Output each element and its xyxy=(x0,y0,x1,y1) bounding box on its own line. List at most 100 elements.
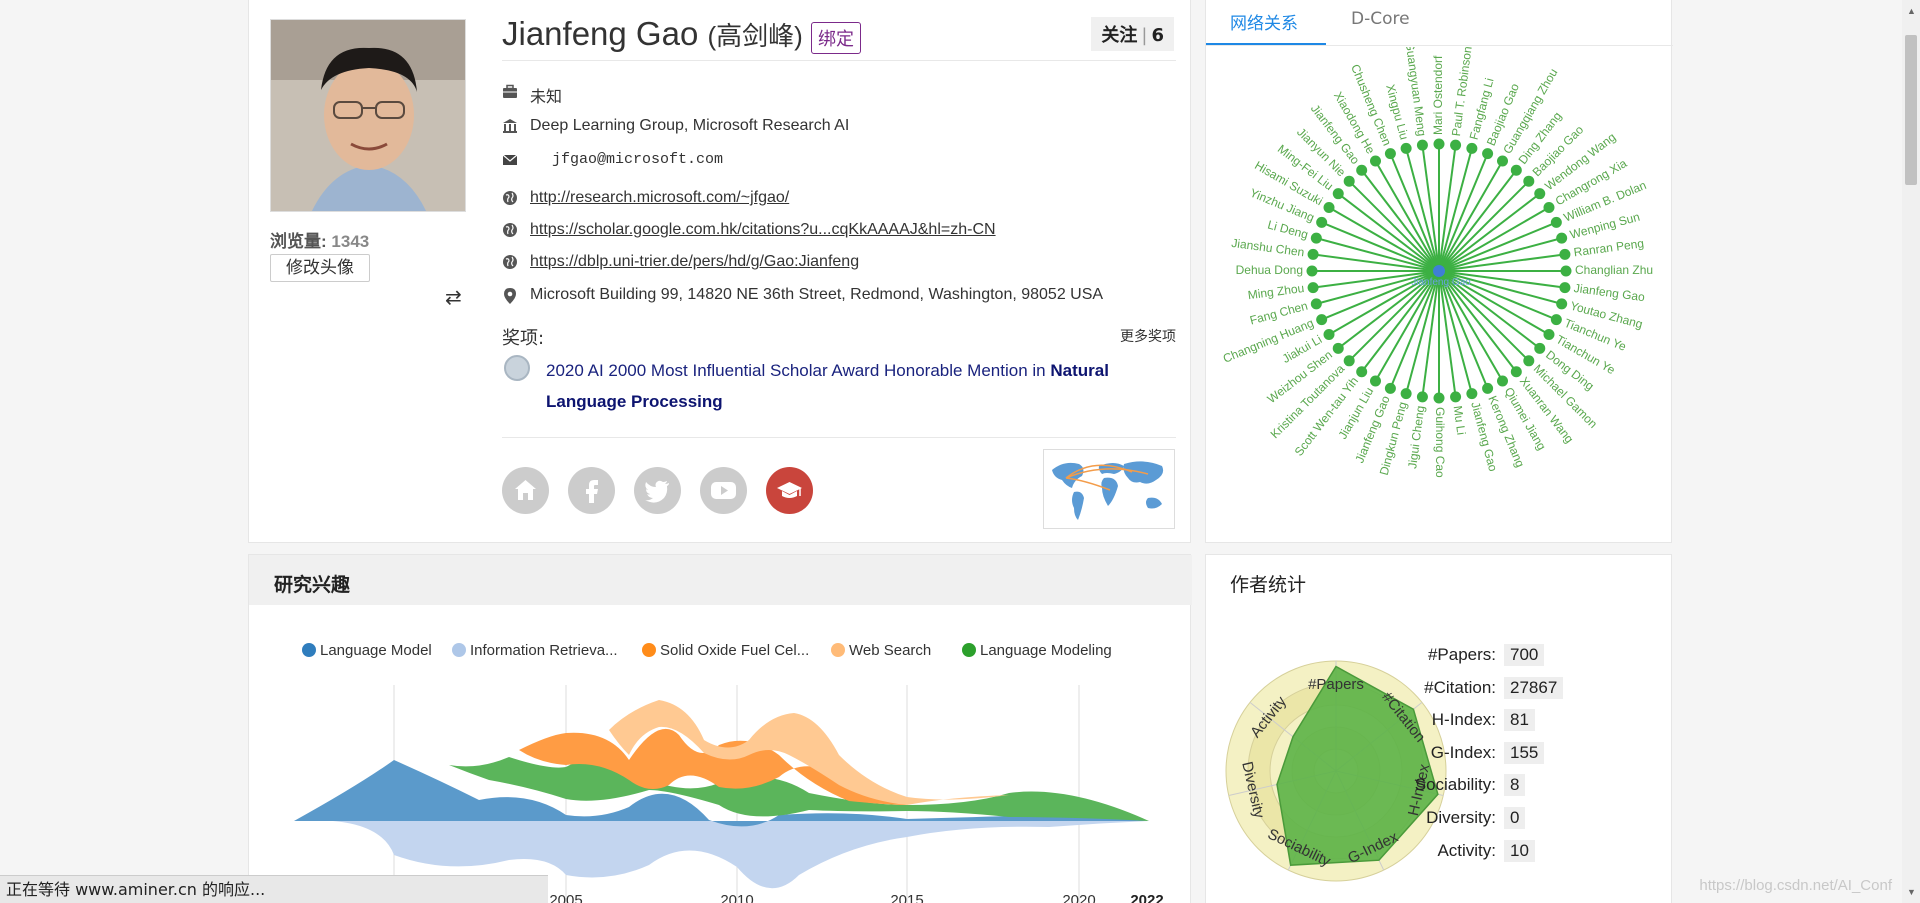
x-tick-label: 2010 xyxy=(720,892,753,903)
home-icon[interactable] xyxy=(502,467,549,514)
coauthor-label[interactable]: Mu Li xyxy=(1451,405,1469,436)
coauthor-edge xyxy=(1405,270,1440,394)
scholar-cap-icon[interactable] xyxy=(766,467,813,514)
more-awards-link[interactable]: 更多奖项 xyxy=(1120,326,1176,346)
avatar-photo xyxy=(271,20,465,211)
coauthor-node[interactable] xyxy=(1560,265,1572,277)
coauthor-label[interactable]: Ming Zhou xyxy=(1247,281,1305,302)
coauthor-node[interactable] xyxy=(1343,175,1355,187)
coauthor-edge xyxy=(1438,237,1562,272)
coauthor-node[interactable] xyxy=(1307,248,1319,260)
tab-network[interactable]: 网络关系 xyxy=(1230,9,1298,34)
follow-button[interactable]: 关注 | 6 xyxy=(1091,17,1174,51)
dblp-link[interactable]: https://dblp.uni-trier.de/pers/hd/g/Gao:… xyxy=(530,253,859,271)
coauthor-node[interactable] xyxy=(1310,298,1322,310)
coauthor-node[interactable] xyxy=(1497,155,1508,167)
coauthor-node[interactable] xyxy=(1323,329,1335,340)
coauthor-node[interactable] xyxy=(1556,298,1568,310)
coauthor-node[interactable] xyxy=(1550,216,1562,228)
research-streamgraph[interactable]: Language Model Information Retrieva... Sol… xyxy=(249,605,1192,903)
x-tick-label: 2015 xyxy=(890,892,923,903)
coauthor-node[interactable] xyxy=(1433,138,1445,150)
center-author-node[interactable] xyxy=(1433,265,1445,277)
coauthor-node[interactable] xyxy=(1370,155,1381,167)
coauthor-node[interactable] xyxy=(1356,366,1368,378)
scholar-link[interactable]: https://scholar.google.com.hk/citations?… xyxy=(530,221,996,239)
coauthor-node[interactable] xyxy=(1356,164,1368,176)
scrollbar-thumb[interactable] xyxy=(1905,35,1917,185)
coauthor-node[interactable] xyxy=(1306,265,1318,277)
coauthor-node[interactable] xyxy=(1523,175,1535,187)
coauthor-node[interactable] xyxy=(1510,164,1522,176)
coauthor-node[interactable] xyxy=(1416,391,1428,403)
coauthor-node[interactable] xyxy=(1400,388,1412,400)
legend-item[interactable]: Information Retrieva... xyxy=(452,642,618,659)
legend-item[interactable]: Language Modeling xyxy=(962,642,1112,659)
legend-item[interactable]: Solid Oxide Fuel Cel... xyxy=(642,642,809,659)
coauthor-node[interactable] xyxy=(1556,232,1568,244)
coauthor-network-graph[interactable]: Mari Ostendorf Paul T. RobinsonFangfang L… xyxy=(1206,47,1673,487)
change-avatar-button[interactable]: 修改头像 xyxy=(270,254,370,282)
coauthor-node[interactable] xyxy=(1370,375,1381,387)
legend-label: Language Modeling xyxy=(980,642,1112,659)
coauthor-node[interactable] xyxy=(1482,148,1494,160)
tab-d-core[interactable]: D-Core xyxy=(1351,9,1410,29)
coauthor-node[interactable] xyxy=(1400,142,1412,154)
coauthor-node[interactable] xyxy=(1497,375,1508,387)
coauthor-node[interactable] xyxy=(1384,148,1396,160)
youtube-icon[interactable] xyxy=(700,467,747,514)
network-tabs: 网络关系 D-Core xyxy=(1206,0,1673,46)
coauthor-label[interactable]: Jianshu Chen xyxy=(1231,236,1306,259)
coauthor-node[interactable] xyxy=(1559,248,1571,260)
coauthor-node[interactable] xyxy=(1534,188,1546,200)
coauthor-node[interactable] xyxy=(1310,232,1322,244)
scrollbar[interactable]: ▲ ▼ xyxy=(1902,0,1920,903)
coauthor-node[interactable] xyxy=(1523,355,1535,367)
twitter-icon[interactable] xyxy=(634,467,681,514)
coauthor-node[interactable] xyxy=(1466,388,1478,400)
coauthor-label[interactable]: Mari Ostendorf xyxy=(1431,55,1445,135)
coauthor-node[interactable] xyxy=(1450,139,1462,151)
facebook-icon[interactable] xyxy=(568,467,615,514)
coauthor-node[interactable] xyxy=(1466,142,1478,154)
coauthor-node[interactable] xyxy=(1323,202,1335,213)
globe-icon xyxy=(502,254,520,272)
section-title: 作者统计 xyxy=(1230,574,1307,596)
coauthor-node[interactable] xyxy=(1384,382,1396,394)
coauthor-node[interactable] xyxy=(1343,355,1355,367)
coauthor-node[interactable] xyxy=(1316,314,1328,326)
coauthor-node[interactable] xyxy=(1559,282,1571,294)
homepage-link[interactable]: http://research.microsoft.com/~jfgao/ xyxy=(530,189,789,207)
coauthor-node[interactable] xyxy=(1316,216,1328,228)
scroll-up-icon[interactable]: ▲ xyxy=(1907,6,1916,16)
research-interest-card: 研究兴趣 Language Model Information Retrieva.… xyxy=(248,554,1192,903)
world-map-thumbnail[interactable] xyxy=(1043,449,1175,529)
bind-button[interactable]: 绑定 xyxy=(811,22,861,54)
coauthor-label[interactable]: Jigui Cheng xyxy=(1405,405,1427,470)
coauthor-node[interactable] xyxy=(1450,391,1462,403)
scroll-down-icon[interactable]: ▼ xyxy=(1907,887,1916,897)
avatar[interactable] xyxy=(270,19,466,212)
legend-item[interactable]: Web Search xyxy=(831,642,931,659)
coauthor-label[interactable]: Guihong Cao xyxy=(1433,407,1447,478)
coauthor-node[interactable] xyxy=(1543,329,1555,340)
coauthor-label[interactable]: Dehua Dong xyxy=(1236,263,1303,277)
coauthor-node[interactable] xyxy=(1416,139,1428,151)
coauthor-node[interactable] xyxy=(1534,342,1546,354)
legend-swatch xyxy=(962,643,976,657)
stat-value: 8 xyxy=(1504,774,1526,797)
coauthor-node[interactable] xyxy=(1307,282,1319,294)
coauthor-node[interactable] xyxy=(1510,366,1522,378)
coauthor-label[interactable]: Changlian Zhu xyxy=(1575,263,1653,277)
coauthor-node[interactable] xyxy=(1433,392,1445,404)
legend-item[interactable]: Language Model xyxy=(302,642,432,659)
coauthor-node[interactable] xyxy=(1332,342,1344,354)
coauthor-node[interactable] xyxy=(1332,188,1344,200)
coauthor-node[interactable] xyxy=(1550,314,1562,326)
award-text: 2020 AI 2000 Most Influential Scholar Aw… xyxy=(546,355,1166,417)
coauthor-label[interactable]: Ranran Peng xyxy=(1573,236,1645,259)
coauthor-node[interactable] xyxy=(1543,202,1555,213)
email-text[interactable]: jfgao@microsoft.com xyxy=(552,151,723,168)
swap-icon[interactable]: ⇄ xyxy=(445,285,462,310)
coauthor-node[interactable] xyxy=(1482,382,1494,394)
